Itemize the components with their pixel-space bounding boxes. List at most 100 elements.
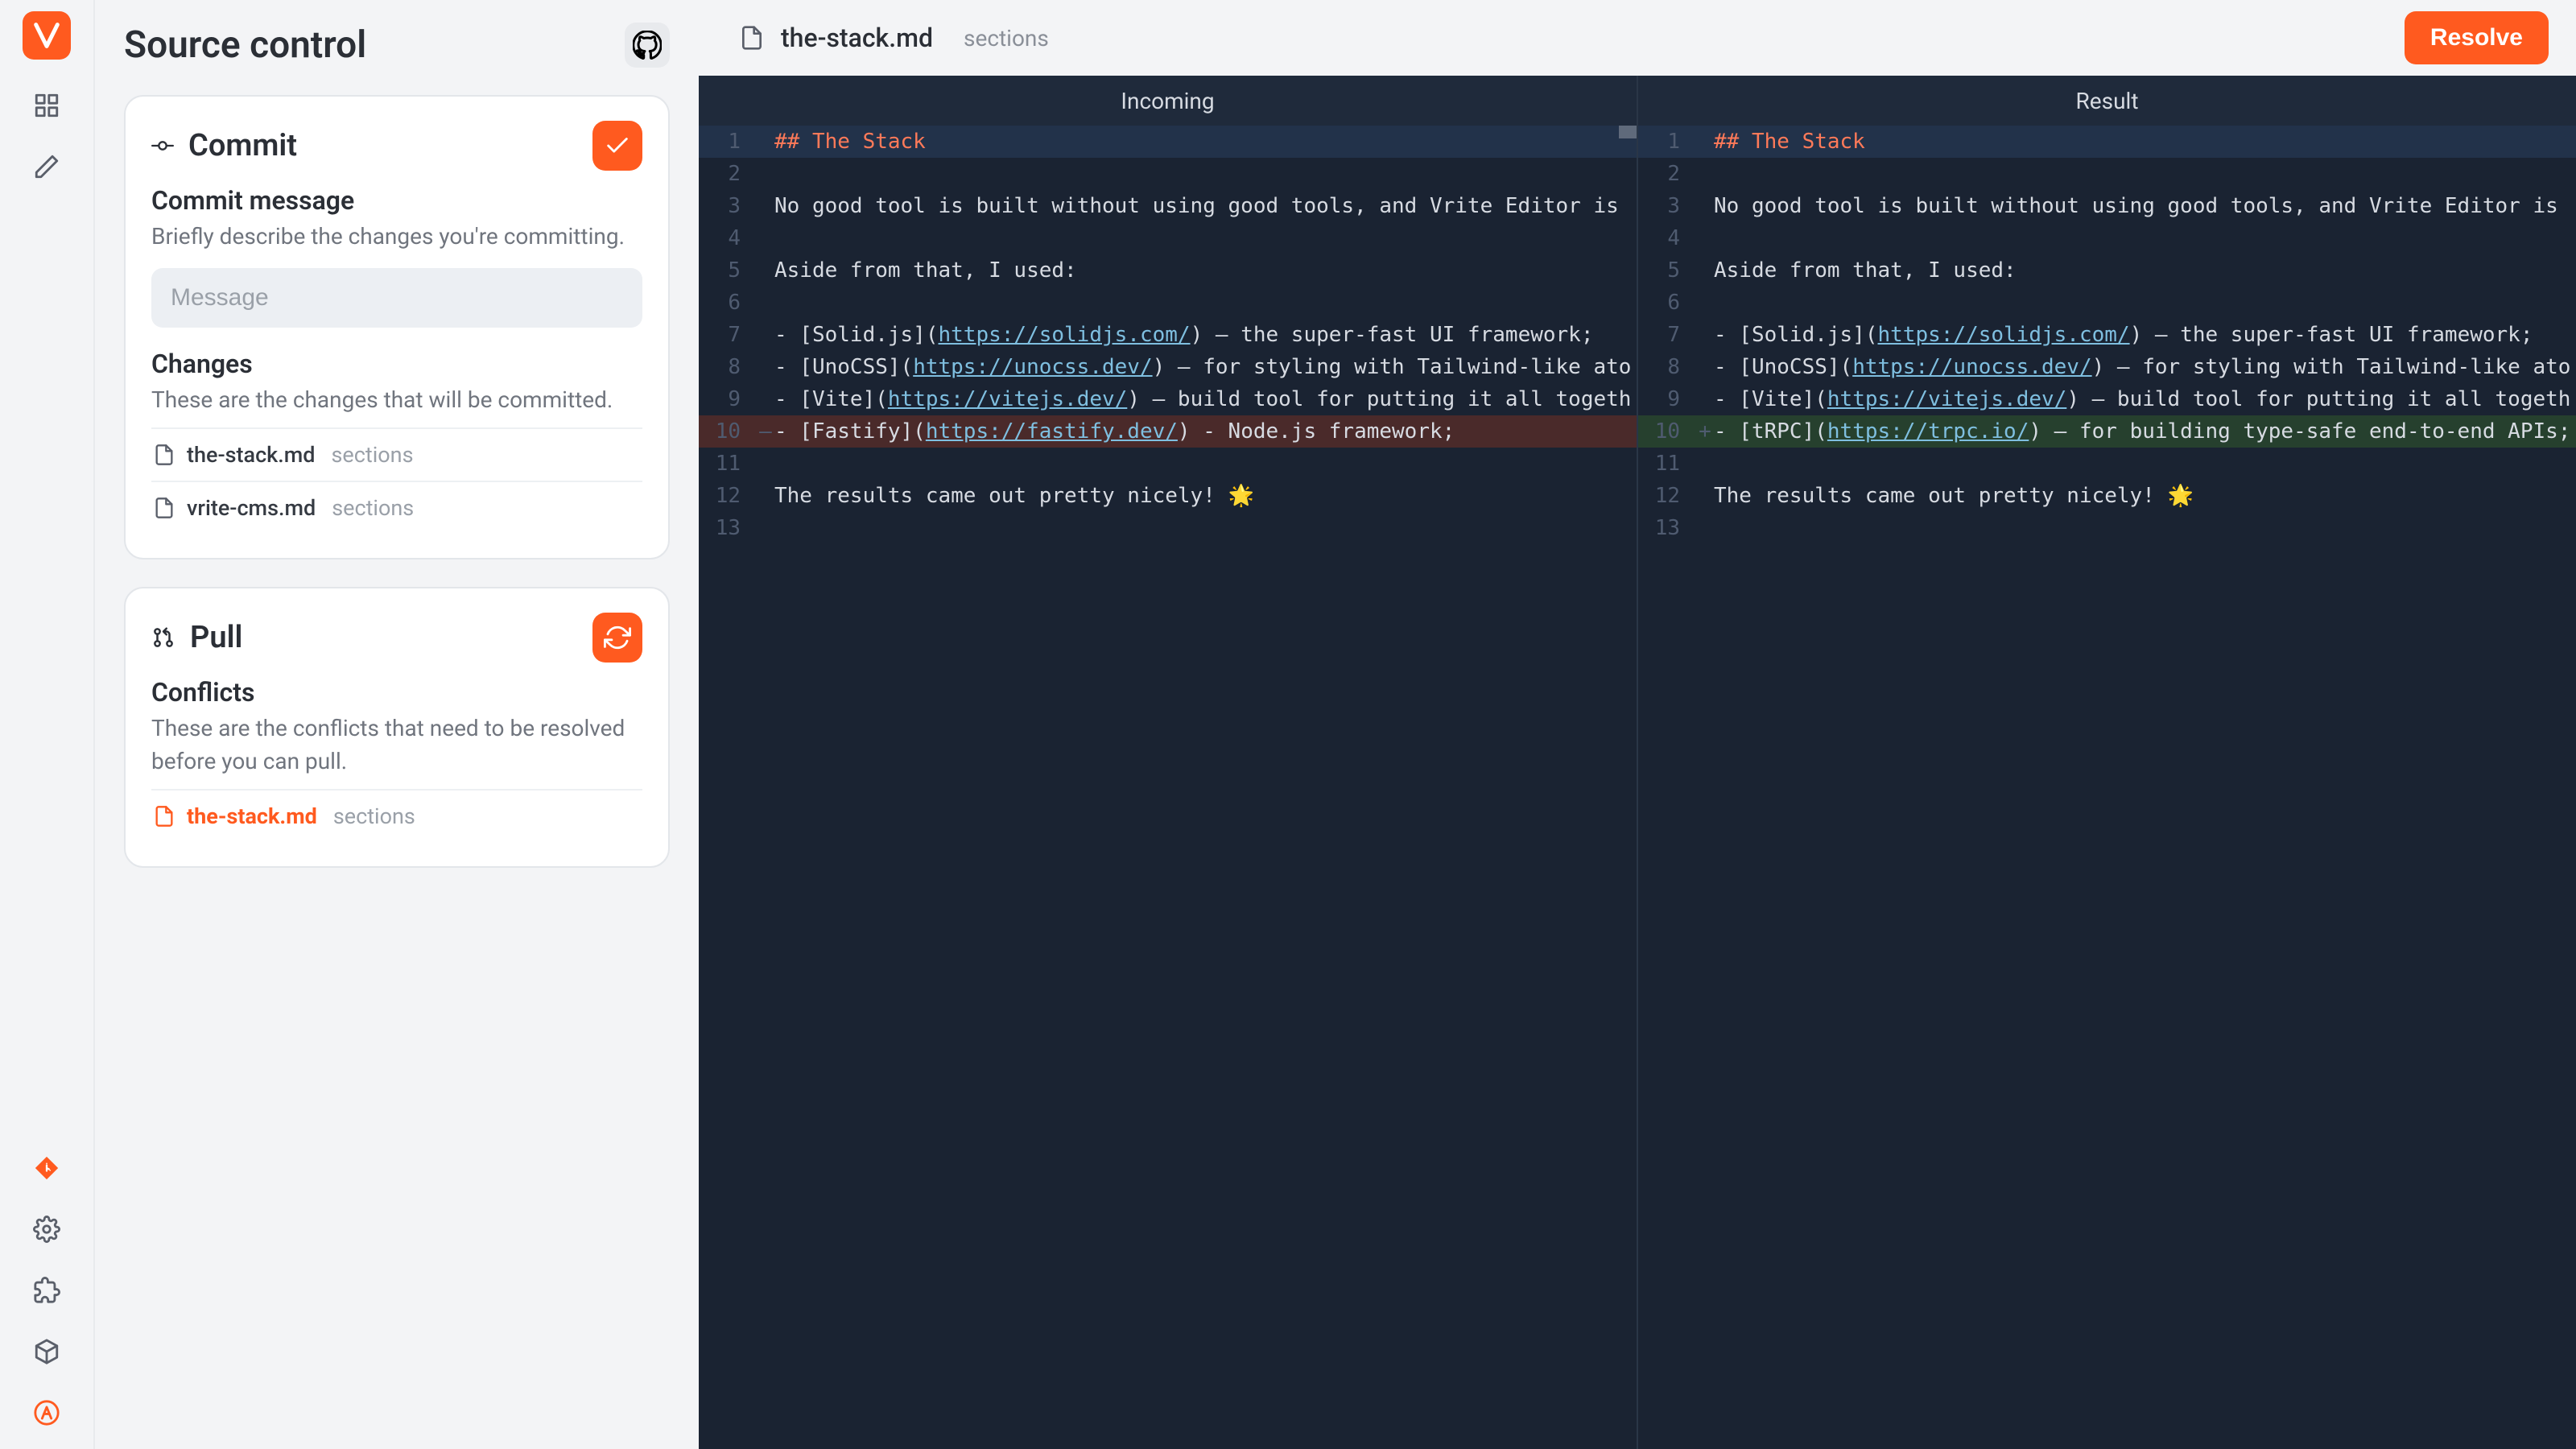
code-line[interactable]: 13 [699, 512, 1637, 544]
code-line[interactable]: 7- [Solid.js](https://solidjs.com/) — th… [699, 319, 1637, 351]
code-line[interactable]: 9 - [Vite](https://vitejs.dev/) — build t… [699, 383, 1637, 415]
file-row[interactable]: the-stack.md sections [151, 427, 642, 481]
extensions-icon[interactable] [31, 1275, 62, 1306]
code-text: - [Solid.js](https://solidjs.com/) — the… [1714, 319, 2576, 351]
resolve-button[interactable]: Resolve [2405, 11, 2549, 64]
code-line[interactable]: 4 [1638, 222, 2576, 254]
package-icon[interactable] [31, 1336, 62, 1367]
file-row[interactable]: the-stack.md sections [151, 789, 642, 842]
commit-title: Commit [188, 128, 297, 163]
code-text: Aside from that, I used: [774, 254, 1637, 287]
code-text [1714, 222, 2576, 254]
code-line[interactable]: 11 [1638, 448, 2576, 480]
code-line[interactable]: 8- [UnoCSS](https://unocss.dev/) — for s… [699, 351, 1637, 383]
code-line[interactable]: 5 Aside from that, I used: [699, 254, 1637, 287]
code-text: The results came out pretty nicely! 🌟 [1714, 480, 2576, 512]
line-number: 6 [699, 287, 757, 319]
code-line[interactable]: 13 [1638, 512, 2576, 544]
code-line[interactable]: 1 ## The Stack [1638, 126, 2576, 158]
code-line[interactable]: 7- [Solid.js](https://solidjs.com/) — th… [1638, 319, 2576, 351]
code-line[interactable]: 8- [UnoCSS](https://unocss.dev/) — for s… [1638, 351, 2576, 383]
line-number: 3 [1638, 190, 1696, 222]
git-icon[interactable] [31, 1153, 62, 1183]
code-line[interactable]: 6 [1638, 287, 2576, 319]
nav-rail [0, 0, 95, 1449]
line-number: 4 [699, 222, 757, 254]
code-text [1714, 448, 2576, 480]
code-line[interactable]: 6 [699, 287, 1637, 319]
tab-incoming[interactable]: Incoming [699, 76, 1637, 126]
changes-desc: These are the changes that will be commi… [151, 384, 642, 417]
code-line[interactable]: 3No good tool is built without using goo… [1638, 190, 2576, 222]
code-text [774, 158, 1637, 190]
github-button[interactable] [625, 23, 670, 68]
gutter-mark [1696, 287, 1714, 319]
file-path: sections [331, 442, 413, 468]
code-text: No good tool is built without using good… [774, 190, 1637, 222]
file-name: vrite-cms.md [187, 495, 316, 521]
code-text: - [Vite](https://vitejs.dev/) — build to… [774, 383, 1637, 415]
pane-incoming[interactable]: 1## The Stack23 No good tool is built wit… [699, 126, 1637, 1449]
line-number: 7 [699, 319, 757, 351]
line-number: 13 [699, 512, 757, 544]
code-line[interactable]: 12 The results came out pretty nicely! 🌟 [699, 480, 1637, 512]
file-name: the-stack.md [187, 442, 315, 468]
commit-icon [151, 134, 174, 157]
conflicts-desc: These are the conflicts that need to be … [151, 712, 642, 778]
code-line[interactable]: 3 No good tool is built without using goo… [699, 190, 1637, 222]
code-text [774, 512, 1637, 544]
line-number: 1 [1638, 126, 1696, 158]
code-text: ## The Stack [1714, 126, 2576, 158]
pane-result[interactable]: 1 ## The Stack23No good tool is built wit… [1637, 126, 2576, 1449]
gutter-mark [757, 126, 774, 158]
code-line[interactable]: 2 [1638, 158, 2576, 190]
commit-message-input[interactable] [151, 268, 642, 328]
conflicts-heading: Conflicts [151, 677, 642, 708]
code-line[interactable]: 2 [699, 158, 1637, 190]
code-line[interactable]: 5Aside from that, I used: [1638, 254, 2576, 287]
code-line[interactable]: 4 [699, 222, 1637, 254]
gutter-mark [1696, 126, 1714, 158]
code-line[interactable]: 9- [Vite](https://vitejs.dev/) — build t… [1638, 383, 2576, 415]
gutter-mark: + [1696, 415, 1714, 448]
code-line[interactable]: 12The results came out pretty nicely! 🌟 [1638, 480, 2576, 512]
code-line[interactable]: 10+- [tRPC](https://trpc.io/) — for buil… [1638, 415, 2576, 448]
gutter-mark [757, 383, 774, 415]
code-text [1714, 512, 2576, 544]
gutter-mark [1696, 448, 1714, 480]
code-text: - [UnoCSS](https://unocss.dev/) — for st… [1714, 351, 2576, 383]
gutter-mark [1696, 319, 1714, 351]
app-logo[interactable] [23, 11, 71, 60]
settings-icon[interactable] [31, 1214, 62, 1245]
line-number: 9 [699, 383, 757, 415]
file-icon [153, 497, 175, 519]
code-text [774, 222, 1637, 254]
file-path: sections [332, 495, 414, 521]
code-text: The results came out pretty nicely! 🌟 [774, 480, 1637, 512]
tab-result[interactable]: Result [1637, 76, 2576, 126]
dashboard-icon[interactable] [31, 90, 62, 121]
code-text: - [tRPC](https://trpc.io/) — for buildin… [1714, 415, 2576, 448]
line-number: 3 [699, 190, 757, 222]
code-line[interactable]: 10—- [Fastify](https://fastify.dev/) - N… [699, 415, 1637, 448]
file-row[interactable]: vrite-cms.md sections [151, 481, 642, 534]
line-number: 5 [699, 254, 757, 287]
file-path: sections [333, 803, 415, 829]
code-line[interactable]: 1## The Stack [699, 126, 1637, 158]
commit-submit-button[interactable] [592, 121, 642, 171]
pull-request-icon [151, 625, 175, 650]
code-line[interactable]: 11 [699, 448, 1637, 480]
pull-title: Pull [190, 620, 242, 655]
file-name: the-stack.md [187, 803, 317, 829]
line-number: 12 [699, 480, 757, 512]
gutter-mark [757, 480, 774, 512]
edit-icon[interactable] [31, 151, 62, 182]
line-number: 11 [1638, 448, 1696, 480]
gutter-mark [1696, 158, 1714, 190]
profile-icon[interactable] [31, 1397, 62, 1428]
gutter-mark [757, 190, 774, 222]
open-file-path: sections [964, 25, 1049, 52]
pull-sync-button[interactable] [592, 613, 642, 663]
line-number: 2 [699, 158, 757, 190]
minimap-indicator[interactable] [1619, 126, 1637, 138]
